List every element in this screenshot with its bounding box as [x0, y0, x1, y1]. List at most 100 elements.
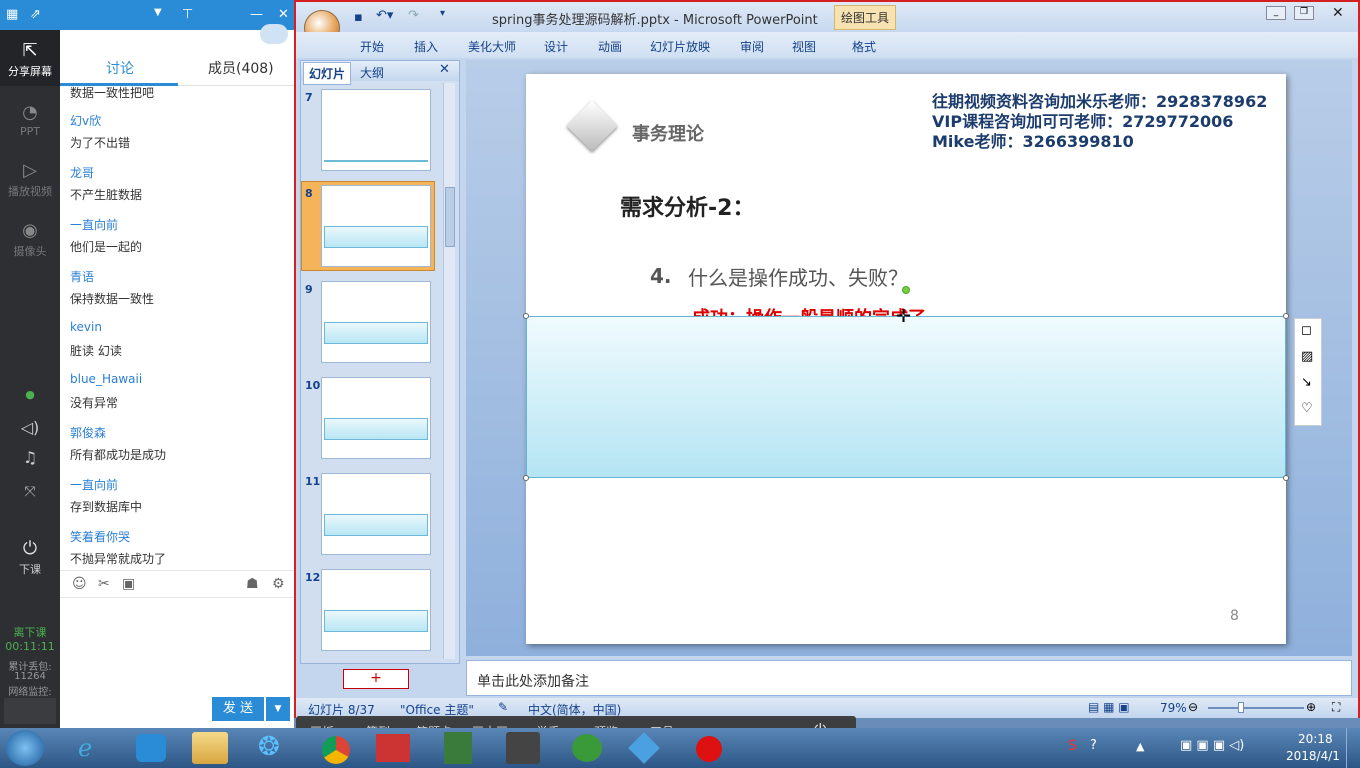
slide-thumbnail[interactable]	[321, 377, 431, 459]
settings-icon[interactable]: ⚙	[272, 576, 285, 592]
save-icon[interactable]: ▪	[354, 10, 363, 25]
end-class-button[interactable]: ⏻ 下课	[0, 538, 60, 577]
speaker-icon[interactable]: ◁)	[0, 418, 60, 437]
tab-discussion[interactable]: 讨论	[106, 58, 134, 78]
ppt-button[interactable]: ◔ PPT	[0, 102, 60, 138]
message-author[interactable]: kevin	[70, 320, 102, 334]
resize-handle[interactable]	[1283, 475, 1289, 481]
show-desktop-button[interactable]	[1346, 728, 1360, 768]
message-list[interactable]: 数据一致性把吧 幻v欣 为了不出错 龙哥 不产生脏数据 一直向前 他们是一起的 青语 保持数据…	[60, 86, 294, 598]
resize-handle[interactable]	[523, 313, 529, 319]
recorder-icon[interactable]	[696, 736, 722, 762]
music-icon[interactable]: ♫	[0, 448, 60, 467]
chevron-down-icon[interactable]: ▼	[154, 7, 162, 18]
app-icon[interactable]	[444, 732, 472, 764]
redo-icon[interactable]: ↷	[408, 8, 419, 23]
ide-icon[interactable]	[506, 732, 540, 764]
share-icon[interactable]: ⇗	[30, 7, 41, 22]
resize-handle[interactable]	[1283, 313, 1289, 319]
send-options-button[interactable]: ▼	[266, 697, 290, 721]
send-button[interactable]: 发 送	[212, 697, 264, 721]
image-icon[interactable]: ▣	[122, 576, 135, 592]
ime-icon[interactable]: S	[1068, 738, 1077, 754]
share-screen-button[interactable]: ⇱ 分享屏幕	[0, 40, 60, 79]
explorer-icon[interactable]	[192, 732, 228, 764]
message-author[interactable]: blue_Hawaii	[70, 372, 142, 386]
drawing-tools-context-tab[interactable]: 绘图工具	[834, 5, 897, 30]
speaker-bubble-icon[interactable]	[260, 24, 288, 44]
minimize-icon[interactable]: —	[250, 7, 263, 22]
message-author[interactable]: 青语	[70, 268, 94, 285]
shape-icon[interactable]: ◻	[1301, 323, 1312, 338]
zoom-out-icon[interactable]: ⊖	[1188, 700, 1198, 714]
clock-date[interactable]: 2018/4/1	[1286, 749, 1340, 763]
add-slide-button[interactable]: +	[343, 669, 409, 689]
message-author[interactable]: 幻v欣	[70, 112, 101, 129]
restore-button[interactable]: ❐	[1294, 6, 1314, 20]
scissors-icon[interactable]: ✂	[98, 576, 110, 592]
undo-icon[interactable]: ↶▾	[376, 8, 393, 23]
slide-thumbnail[interactable]	[321, 281, 431, 363]
app-icon[interactable]	[628, 732, 660, 764]
help-icon[interactable]: ?	[1090, 738, 1097, 753]
ribbon-tab[interactable]: 开始	[360, 38, 384, 55]
pane-scroll-thumb[interactable]	[445, 187, 455, 247]
camera-button[interactable]: ◉ 摄像头	[0, 220, 60, 259]
spellcheck-icon[interactable]: ✎	[498, 700, 508, 714]
tab-slides[interactable]: 幻灯片	[303, 62, 352, 85]
chrome-icon[interactable]	[322, 736, 350, 764]
ribbon-tab[interactable]: 设计	[544, 38, 568, 55]
pane-scrollbar[interactable]	[443, 83, 455, 659]
message-author[interactable]: 龙哥	[70, 164, 94, 181]
zoom-slider-thumb[interactable]	[1238, 702, 1244, 713]
message-input[interactable]	[60, 598, 294, 694]
message-author[interactable]: 郭俊森	[70, 424, 106, 441]
close-icon[interactable]: ✕	[278, 7, 289, 22]
zoom-in-icon[interactable]: ⊕	[1306, 700, 1316, 714]
notes-pane[interactable]: 单击此处添加备注	[466, 660, 1352, 696]
ie-icon[interactable]: ℯ	[78, 734, 92, 762]
slide-thumbnail[interactable]	[321, 473, 431, 555]
zoom-slider[interactable]	[1208, 707, 1304, 709]
slide-thumbnail[interactable]	[321, 569, 431, 651]
zoom-level[interactable]: 79%	[1160, 701, 1187, 715]
slide-thumbnail[interactable]	[321, 89, 431, 171]
pin-icon[interactable]: ⊤	[182, 7, 193, 22]
resize-handle[interactable]	[523, 475, 529, 481]
tab-members[interactable]: 成员(408)	[208, 58, 274, 78]
fullscreen-icon[interactable]: ⤧	[0, 484, 60, 500]
ribbon-tab[interactable]: 美化大师	[468, 38, 516, 55]
view-buttons-icon[interactable]: ▤ ▦ ▣	[1088, 700, 1130, 714]
rotate-handle[interactable]	[902, 286, 910, 294]
mic-icon[interactable]: ●	[0, 388, 60, 401]
message-author[interactable]: 一直向前	[70, 216, 118, 233]
message-author[interactable]: 一直向前	[70, 476, 118, 493]
ppt-app-icon[interactable]	[376, 734, 410, 762]
tray-icons[interactable]: ▣ ▣ ▣ ◁)	[1180, 738, 1244, 753]
network-app-icon[interactable]: ❂	[258, 732, 280, 762]
message-author[interactable]: 笑着看你哭	[70, 528, 130, 545]
emoji-icon[interactable]: ☺	[72, 576, 87, 592]
start-button[interactable]	[6, 730, 44, 766]
members-icon[interactable]: ☗	[246, 576, 259, 592]
customize-qat-icon[interactable]: ▾	[440, 8, 445, 19]
picture-icon[interactable]: ▨	[1301, 349, 1313, 364]
classroom-app-icon[interactable]	[136, 734, 166, 762]
ribbon-tab[interactable]: 插入	[414, 38, 438, 55]
selected-rectangle-shape[interactable]	[526, 316, 1286, 478]
ribbon-tab[interactable]: 审阅	[740, 38, 764, 55]
ribbon-tab[interactable]: 幻灯片放映	[650, 38, 710, 55]
ribbon-tab[interactable]: 动画	[598, 38, 622, 55]
clock-time[interactable]: 20:18	[1298, 732, 1333, 746]
close-pane-icon[interactable]: ✕	[439, 62, 450, 77]
ribbon-tab[interactable]: 视图	[792, 38, 816, 55]
minimize-button[interactable]: _	[1266, 6, 1286, 20]
slide-thumbnail[interactable]	[321, 185, 431, 267]
fit-window-icon[interactable]: ⛶	[1332, 700, 1340, 715]
tray-expand-icon[interactable]: ▲	[1136, 740, 1144, 753]
slide-canvas[interactable]: 事务理论 往期视频资料咨询加米乐老师：2928378962 VIP课程咨询加可可…	[523, 74, 1289, 644]
resize-icon[interactable]: ↘	[1301, 375, 1312, 390]
close-window-button[interactable]: ✕	[1332, 5, 1344, 21]
ribbon-tab[interactable]: 格式	[852, 38, 876, 55]
tab-outline[interactable]: 大纲	[355, 62, 389, 83]
